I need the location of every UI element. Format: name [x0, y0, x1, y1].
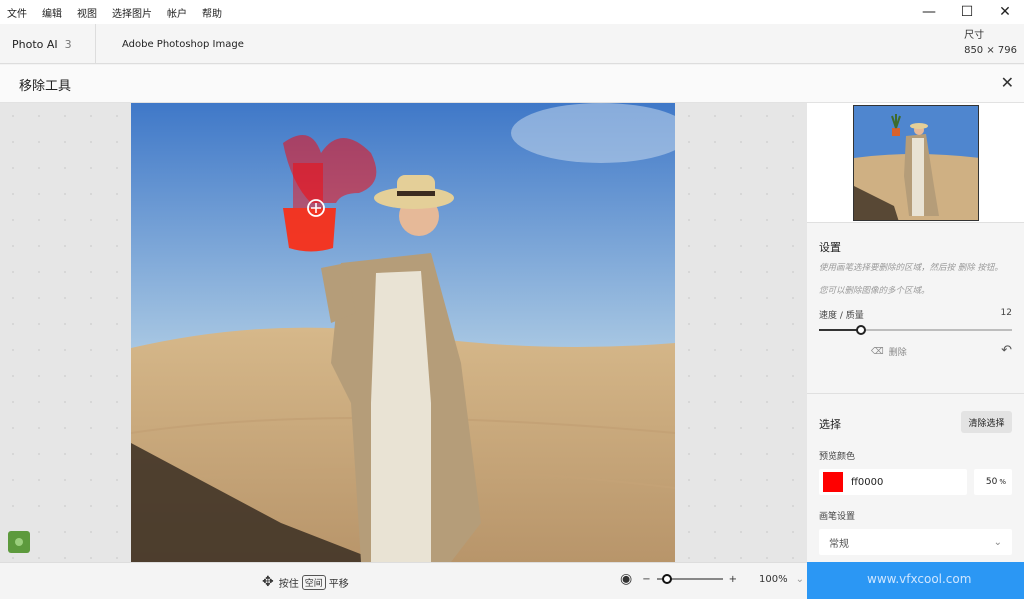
menu-bar: 文件 编辑 视图 选择图片 帐户 帮助: [0, 0, 1024, 24]
compare-toggle-button[interactable]: [8, 531, 30, 553]
settings-description: 使用画笔选择要删除的区域，然后按 删除 按钮。: [819, 263, 1003, 273]
brush-mode-value: 常规: [829, 538, 849, 550]
color-swatch[interactable]: [823, 472, 843, 492]
bottom-toolbar: ✥ 按住 空间 平移 ◉ − + 100% ⌄: [0, 562, 807, 599]
chevron-down-icon: ⌄: [993, 536, 1002, 548]
dimensions-value: 850 × 796: [964, 45, 1017, 56]
selection-section: 选择 清除选择 预览颜色 ff0000 50 % 画笔设置 常规 ⌄: [807, 411, 1024, 555]
zoom-controls: ◉ − + 100% ⌄: [620, 571, 804, 587]
close-window-button[interactable]: ✕: [986, 0, 1024, 24]
brush-settings-label: 画笔设置: [819, 512, 856, 522]
maximize-button[interactable]: ☐: [948, 0, 986, 24]
settings-multi-note: 您可以删除图像的多个区域。: [819, 286, 930, 296]
color-hex-value[interactable]: ff0000: [851, 477, 883, 488]
menu-view[interactable]: 视图: [70, 5, 105, 20]
tool-header: 移除工具 ✕: [0, 65, 1024, 103]
zoom-slider[interactable]: [656, 574, 723, 584]
eye-icon: [15, 538, 23, 546]
pan-hint: ✥ 按住 空间 平移: [262, 574, 349, 590]
delete-label: 删除: [888, 348, 907, 358]
settings-title: 设置: [819, 241, 841, 254]
menu-account[interactable]: 帐户: [160, 5, 195, 20]
right-panel: 设置 使用画笔选择要删除的区域，然后按 删除 按钮。 您可以删除图像的多个区域。…: [807, 103, 1024, 599]
color-field[interactable]: ff0000: [819, 469, 967, 495]
slider-handle[interactable]: [856, 325, 867, 335]
dimensions-label: 尺寸: [964, 30, 985, 41]
tab-file-name[interactable]: Adobe Photoshop Image: [122, 24, 244, 64]
tool-title: 移除工具: [19, 79, 72, 94]
hint-action: 平移: [328, 578, 349, 590]
speed-quality-label: 速度 / 质量: [819, 311, 864, 321]
navigator: [807, 103, 1024, 223]
tab-bar: Photo AI 3 Adobe Photoshop Image 尺寸 850 …: [0, 24, 1024, 64]
minimize-button[interactable]: —: [910, 0, 948, 24]
menu-help[interactable]: 帮助: [195, 5, 230, 20]
undo-icon[interactable]: ↶: [1001, 343, 1012, 358]
hint-key: 空间: [301, 574, 326, 590]
brush-mode-select[interactable]: 常规 ⌄: [819, 529, 1012, 555]
opacity-value[interactable]: 50: [986, 477, 997, 487]
canvas-area[interactable]: [0, 103, 807, 562]
zoom-value: 100%: [759, 573, 788, 585]
app-name: Photo AI: [12, 37, 58, 51]
opacity-unit: %: [999, 478, 1006, 486]
speed-quality-slider[interactable]: [819, 325, 1012, 335]
preview-eye-icon[interactable]: ◉: [620, 571, 632, 587]
preview-color-label: 预览颜色: [819, 452, 856, 462]
eraser-icon: ⌫: [871, 346, 884, 357]
watermark-text: www.vfxcool.com: [867, 572, 972, 586]
chevron-down-icon[interactable]: ⌄: [796, 574, 804, 585]
image-dimensions: 尺寸 850 × 796: [964, 28, 1017, 58]
settings-section: 设置 使用画笔选择要删除的区域，然后按 删除 按钮。 您可以删除图像的多个区域。…: [807, 239, 1024, 371]
opacity-field[interactable]: 50 %: [974, 469, 1012, 495]
clear-selection-button[interactable]: 清除选择: [961, 411, 1012, 433]
speed-quality-value: 12: [1000, 308, 1012, 318]
menu-file[interactable]: 文件: [0, 5, 35, 20]
move-icon: ✥: [262, 574, 274, 590]
edited-photo[interactable]: [131, 103, 675, 562]
zoom-slider-handle[interactable]: [661, 574, 672, 584]
menu-edit[interactable]: 编辑: [35, 5, 70, 20]
slider-fill: [819, 329, 862, 331]
delete-button[interactable]: ⌫ 删除: [871, 345, 907, 359]
hint-press: 按住: [278, 578, 299, 590]
tab-photo-ai[interactable]: Photo AI 3: [0, 24, 96, 64]
image-count: 3: [64, 37, 72, 51]
zoom-out-button[interactable]: −: [642, 574, 650, 585]
close-tool-button[interactable]: ✕: [1001, 73, 1014, 92]
menu-select-image[interactable]: 选择图片: [105, 5, 160, 20]
zoom-in-button[interactable]: +: [729, 574, 737, 585]
apply-button-area[interactable]: www.vfxcool.com: [807, 562, 1024, 599]
thumbnail-preview[interactable]: [853, 105, 979, 221]
